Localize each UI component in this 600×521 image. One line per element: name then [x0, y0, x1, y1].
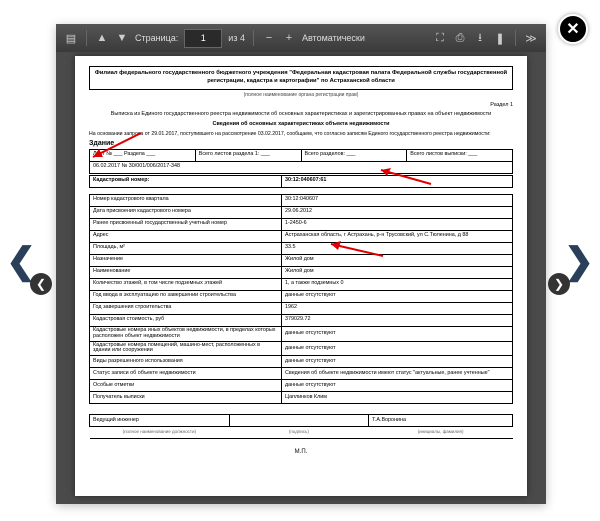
property-value: данные отсутствуют	[282, 356, 513, 368]
property-label: Кадастровая стоимость, руб	[90, 314, 282, 326]
property-label: Статус записи об объекте недвижимости	[90, 368, 282, 380]
property-value: Астраханская область, г Астрахань, р-н Т…	[282, 230, 513, 242]
gallery-prev-dot[interactable]: ❮	[30, 273, 52, 295]
print-icon[interactable]: ⎙	[453, 31, 467, 45]
meta-sections: Всего разделов: ___	[301, 149, 407, 161]
zoom-mode[interactable]: Автоматически	[302, 33, 365, 43]
page-total: из 4	[228, 33, 245, 43]
page-number-input[interactable]	[184, 29, 222, 48]
doc-title-1: Выписка из Единого государственного реес…	[89, 111, 513, 118]
property-label: Дата присвоения кадастрового номера	[90, 206, 282, 218]
property-value: Жилой дом	[282, 266, 513, 278]
property-value: 379029.72	[282, 314, 513, 326]
cadastral-value: 30:12:040607:61	[282, 175, 513, 187]
property-value: 33.5	[282, 242, 513, 254]
meta-sheet: Лист № ___ Раздела ___	[90, 149, 196, 161]
property-value: данные отсутствуют	[282, 341, 513, 356]
pdf-viewer: ▤ ▲ ▼ Страница: из 4 − + Автоматически ⛶…	[56, 24, 546, 504]
property-value: Сведения об объекте недвижимости имеют с…	[282, 368, 513, 380]
property-value: 1, а также подземных 0	[282, 278, 513, 290]
property-value: данные отсутствуют	[282, 290, 513, 302]
meta-sheets-total: Всего листов выписки: ___	[407, 149, 513, 161]
page-down-icon[interactable]: ▼	[115, 31, 129, 45]
request-line: На основании запроса от 29.01.2017, пост…	[89, 131, 513, 138]
signer-role: Ведущий инженер	[90, 415, 230, 427]
document-page: Филиал федерального государственного бюд…	[75, 56, 527, 496]
section-number: Раздел 1	[89, 102, 513, 108]
property-label: Номер кадастрового квартала	[90, 194, 282, 206]
close-button[interactable]: ✕	[558, 14, 588, 44]
property-label: Адрес	[90, 230, 282, 242]
zoom-in-icon[interactable]: +	[282, 31, 296, 45]
org-subheader: (полное наименование органа регистрации …	[89, 92, 513, 98]
download-icon[interactable]: ⭳	[473, 31, 487, 45]
meta-date-no: 06.02.2017 № 30/001/006/2017-348	[90, 161, 513, 173]
property-value: Жилой дом	[282, 254, 513, 266]
cadastral-table: Кадастровый номер: 30:12:040607:61	[89, 175, 513, 188]
object-type: Здание	[89, 140, 513, 147]
property-label: Кадастровые номера иных объектов недвижи…	[90, 326, 282, 341]
cadastral-label: Кадастровый номер:	[90, 175, 282, 187]
property-value: 30:12:040607	[282, 194, 513, 206]
doc-title-2: Сведения об основных характеристиках объ…	[89, 121, 513, 128]
gallery-next-dot[interactable]: ❯	[548, 273, 570, 295]
property-label: Год ввода в эксплуатацию по завершении с…	[90, 290, 282, 302]
signature-table: Ведущий инженер Т.А.Воронина (полное наи…	[89, 414, 513, 439]
property-label: Назначение	[90, 254, 282, 266]
signer-name: Т.А.Воронина	[369, 415, 513, 427]
property-label: Наименование	[90, 266, 282, 278]
property-label: Год завершения строительства	[90, 302, 282, 314]
property-label: Ранее присвоенный государственный учетны…	[90, 218, 282, 230]
property-value: Цаплинков Клим	[282, 392, 513, 404]
property-value: 1-2450-6	[282, 218, 513, 230]
property-label: Виды разрешенного использования	[90, 356, 282, 368]
property-value: 1962	[282, 302, 513, 314]
zoom-out-icon[interactable]: −	[262, 31, 276, 45]
property-label: Особые отметки	[90, 380, 282, 392]
stamp-mark: М.П.	[89, 449, 513, 455]
meta-table: Лист № ___ Раздела ___ Всего листов разд…	[89, 149, 513, 174]
org-header: Филиал федерального государственного бюд…	[89, 66, 513, 90]
properties-table: Номер кадастрового квартала30:12:040607Д…	[89, 194, 513, 405]
bookmark-icon[interactable]: ❚	[493, 31, 507, 45]
property-value: данные отсутствуют	[282, 380, 513, 392]
tools-icon[interactable]: ≫	[524, 31, 538, 45]
pdf-toolbar: ▤ ▲ ▼ Страница: из 4 − + Автоматически ⛶…	[56, 24, 546, 52]
page-up-icon[interactable]: ▲	[95, 31, 109, 45]
property-value: данные отсутствуют	[282, 326, 513, 341]
meta-sheets-section: Всего листов раздела 1: ___	[195, 149, 301, 161]
property-value: 29.06.2012	[282, 206, 513, 218]
page-label: Страница:	[135, 33, 178, 43]
presentation-icon[interactable]: ⛶	[433, 31, 447, 45]
property-label: Получатель выписки	[90, 392, 282, 404]
sidebar-toggle-icon[interactable]: ▤	[64, 31, 78, 45]
property-label: Площадь, м²	[90, 242, 282, 254]
property-label: Количество этажей, в том числе подземных…	[90, 278, 282, 290]
property-label: Кадастровые номера помещений, машино-мес…	[90, 341, 282, 356]
